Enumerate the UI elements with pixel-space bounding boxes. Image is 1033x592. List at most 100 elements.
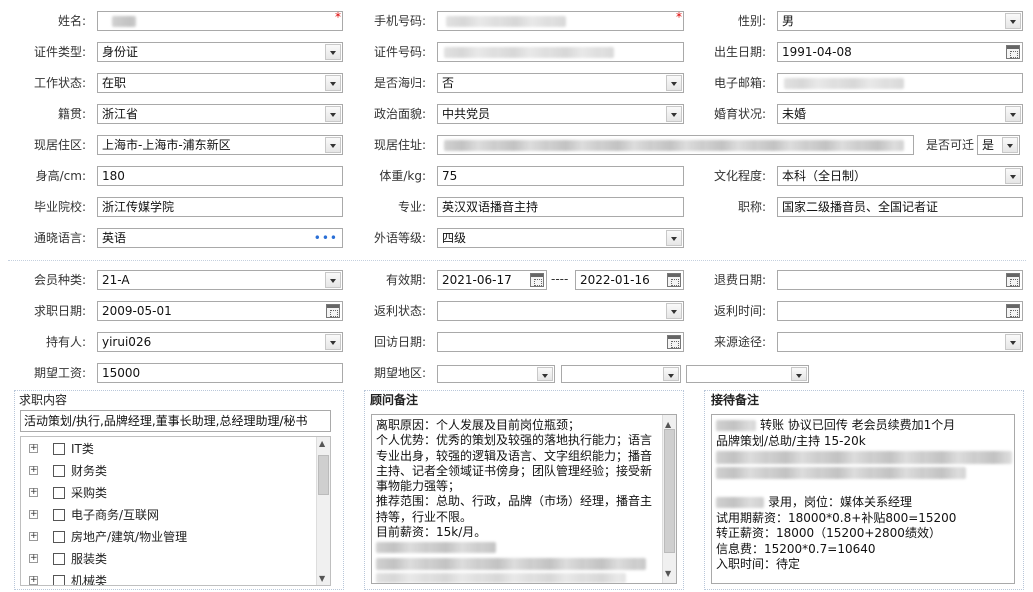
gender-select[interactable]: 男 bbox=[777, 11, 1023, 31]
name-input[interactable] bbox=[97, 11, 343, 31]
checkbox[interactable] bbox=[53, 487, 65, 499]
region-province-select[interactable] bbox=[437, 365, 555, 383]
phone-input[interactable] bbox=[437, 11, 684, 31]
member-type-select[interactable]: 21-A bbox=[97, 270, 343, 290]
address-input[interactable] bbox=[437, 135, 914, 155]
chevron-down-icon[interactable] bbox=[791, 367, 807, 381]
refund-date-label: 退费日期: bbox=[713, 273, 766, 287]
lang-level-select[interactable]: 四级 bbox=[437, 228, 684, 248]
email-input[interactable] bbox=[777, 73, 1023, 93]
checkbox[interactable] bbox=[53, 531, 65, 543]
chevron-down-icon[interactable] bbox=[1005, 13, 1021, 29]
native-select[interactable]: 浙江省 bbox=[97, 104, 343, 124]
job-content-summary[interactable]: 活动策划/执行,品牌经理,董事长助理,总经理助理/秘书 bbox=[20, 410, 331, 432]
edu-select[interactable]: 本科（全日制） bbox=[777, 166, 1023, 186]
chevron-down-icon[interactable] bbox=[1005, 334, 1021, 350]
jobseek-date-input[interactable]: 2009-05-01 bbox=[97, 301, 343, 321]
marital-select[interactable]: 未婚 bbox=[777, 104, 1023, 124]
id-no-input[interactable] bbox=[437, 42, 684, 62]
calendar-icon[interactable] bbox=[1006, 45, 1020, 59]
school-input[interactable]: 浙江传媒学院 bbox=[97, 197, 343, 217]
calendar-icon[interactable] bbox=[1006, 273, 1020, 287]
expand-icon[interactable]: + bbox=[29, 466, 38, 475]
holder-select[interactable]: yirui026 bbox=[97, 332, 343, 352]
checkbox[interactable] bbox=[53, 575, 65, 585]
chevron-down-icon[interactable] bbox=[666, 303, 682, 319]
chevron-down-icon[interactable] bbox=[666, 75, 682, 91]
scroll-down-icon[interactable]: ▼ bbox=[665, 566, 671, 581]
scrollbar-thumb[interactable] bbox=[664, 429, 675, 553]
expand-icon[interactable]: + bbox=[29, 488, 38, 497]
chevron-down-icon[interactable] bbox=[666, 106, 682, 122]
checkbox[interactable] bbox=[53, 553, 65, 565]
relocate-select[interactable]: 是 bbox=[977, 135, 1020, 155]
chevron-down-icon[interactable] bbox=[1005, 168, 1021, 184]
area-select[interactable]: 上海市-上海市-浦东新区 bbox=[97, 135, 343, 155]
expand-icon[interactable]: + bbox=[29, 576, 38, 585]
visit-date-input[interactable] bbox=[437, 332, 684, 352]
scroll-down-icon[interactable]: ▼ bbox=[319, 574, 325, 583]
political-select[interactable]: 中共党员 bbox=[437, 104, 684, 124]
chevron-down-icon[interactable] bbox=[537, 367, 553, 381]
chevron-down-icon[interactable] bbox=[325, 334, 341, 350]
birth-date-input[interactable]: 1991-04-08 bbox=[777, 42, 1023, 62]
language-value: 英语 bbox=[102, 231, 127, 245]
title-input[interactable]: 国家二级播音员、全国记者证 bbox=[777, 197, 1023, 217]
calendar-icon[interactable] bbox=[667, 335, 681, 349]
expand-icon[interactable]: + bbox=[29, 444, 38, 453]
refund-date-input[interactable] bbox=[777, 270, 1023, 290]
checkbox[interactable] bbox=[53, 443, 65, 455]
chevron-down-icon[interactable] bbox=[325, 75, 341, 91]
tree-item-label: 财务类 bbox=[71, 464, 108, 478]
id-type-select[interactable]: 身份证 bbox=[97, 42, 343, 62]
language-input[interactable]: 英语 ••• bbox=[97, 228, 343, 248]
salary-input[interactable]: 15000 bbox=[97, 363, 343, 383]
id-no-label: 证件号码: bbox=[373, 45, 426, 59]
checkbox[interactable] bbox=[53, 509, 65, 521]
valid-to-input[interactable]: 2022-01-16 bbox=[575, 270, 684, 290]
checkbox[interactable] bbox=[53, 465, 65, 477]
calendar-icon[interactable] bbox=[530, 273, 544, 287]
calendar-icon[interactable] bbox=[326, 304, 340, 318]
reception-notes-textarea[interactable]: 转账 协议已回传 老会员续费加1个月 品牌策划/总助/主持 15-20k 录用，… bbox=[711, 414, 1015, 584]
section-divider bbox=[8, 260, 1026, 261]
rebate-status-select[interactable] bbox=[437, 301, 684, 321]
rebate-time-input[interactable] bbox=[777, 301, 1023, 321]
scrollbar-thumb[interactable] bbox=[318, 455, 329, 495]
calendar-icon[interactable] bbox=[667, 273, 681, 287]
advisor-note-redacted bbox=[376, 558, 646, 570]
chevron-down-icon[interactable] bbox=[1005, 106, 1021, 122]
region-district-select[interactable] bbox=[686, 365, 809, 383]
name-required-mark: * bbox=[335, 10, 341, 24]
work-status-select[interactable]: 在职 bbox=[97, 73, 343, 93]
valid-from-input[interactable]: 2021-06-17 bbox=[437, 270, 547, 290]
chevron-down-icon[interactable] bbox=[325, 44, 341, 60]
chevron-down-icon[interactable] bbox=[325, 106, 341, 122]
major-input[interactable]: 英汉双语播音主持 bbox=[437, 197, 684, 217]
region-city-select[interactable] bbox=[561, 365, 681, 383]
lang-level-value: 四级 bbox=[442, 231, 467, 245]
returnee-label: 是否海归: bbox=[373, 76, 426, 90]
weight-input[interactable]: 75 bbox=[437, 166, 684, 186]
height-input[interactable]: 180 bbox=[97, 166, 343, 186]
chevron-down-icon[interactable] bbox=[325, 137, 341, 153]
advisor-notes-scrollbar[interactable]: ▲ ▼ bbox=[662, 415, 676, 583]
more-icon[interactable]: ••• bbox=[314, 229, 338, 247]
tree-scrollbar[interactable]: ▲ ▼ bbox=[316, 437, 330, 585]
returnee-select[interactable]: 否 bbox=[437, 73, 684, 93]
advisor-notes-textarea[interactable]: 离职原因：个人发展及目前岗位瓶颈； 个人优势：优秀的策划及较强的落地执行能力；语… bbox=[371, 414, 677, 584]
reception-note-redacted-block bbox=[716, 449, 1012, 495]
expand-icon[interactable]: + bbox=[29, 532, 38, 541]
chevron-down-icon[interactable] bbox=[663, 367, 679, 381]
chevron-down-icon[interactable] bbox=[1002, 137, 1018, 153]
chevron-down-icon[interactable] bbox=[325, 272, 341, 288]
name-label: 姓名: bbox=[57, 14, 86, 28]
chevron-down-icon[interactable] bbox=[666, 230, 682, 246]
salary-value: 15000 bbox=[102, 366, 141, 380]
expand-icon[interactable]: + bbox=[29, 510, 38, 519]
expand-icon[interactable]: + bbox=[29, 554, 38, 563]
source-select[interactable] bbox=[777, 332, 1023, 352]
calendar-icon[interactable] bbox=[1006, 304, 1020, 318]
job-category-tree[interactable]: + IT类 + 财务类 + 采购类 + 电子商务/互联网 + 房地产/建筑/物业… bbox=[20, 436, 331, 586]
scroll-up-icon[interactable]: ▲ bbox=[319, 439, 325, 448]
